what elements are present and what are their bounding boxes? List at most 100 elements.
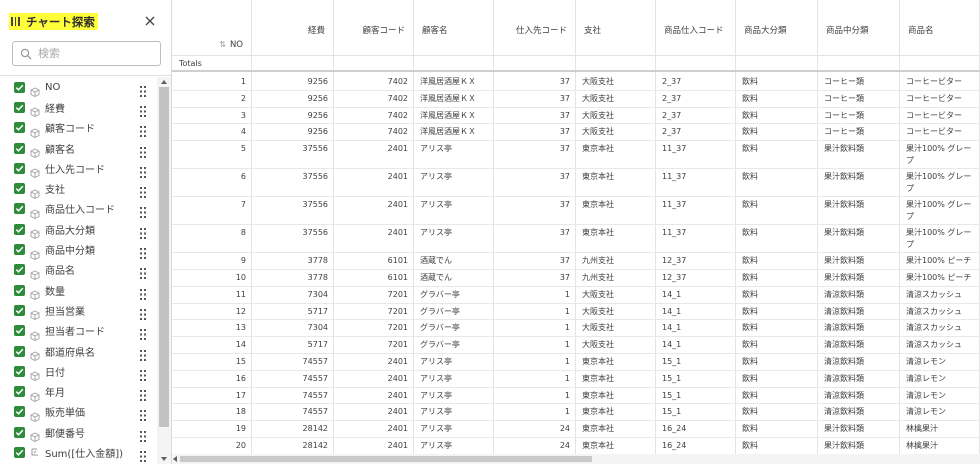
column-header[interactable]: 商品名 bbox=[900, 0, 979, 55]
field-item[interactable]: 経費 bbox=[0, 97, 157, 118]
column-header[interactable]: 商品中分類 bbox=[818, 0, 899, 55]
table-row[interactable]: 2 9256 7402 洋風居酒屋ＫＸ 37 大阪支社 2_37 飲料 コーヒー類 コーヒービター bbox=[172, 91, 980, 108]
table-row[interactable]: 10 3778 6101 酒蔵でん 37 九州支社 12_37 飲料 果汁飲料類 果汁100% ピ… bbox=[172, 270, 980, 287]
field-item[interactable]: 商品中分類 bbox=[0, 239, 157, 260]
field-item[interactable]: 日付 bbox=[0, 361, 157, 382]
table-row[interactable]: 3 9256 7402 洋風居酒屋ＫＸ 37 大阪支社 2_37 飲料 コーヒー類 コーヒービター bbox=[172, 108, 980, 125]
scrollbar-thumb[interactable] bbox=[159, 87, 169, 427]
checkbox-checked-icon[interactable] bbox=[14, 284, 25, 296]
field-item[interactable]: 顧客名 bbox=[0, 138, 157, 159]
field-item[interactable]: 都道府県名 bbox=[0, 341, 157, 362]
column-header[interactable]: 商品仕入コード bbox=[656, 0, 735, 55]
table-row[interactable]: 5 37556 2401 アリス亭 37 東京本社 11_37 飲料 果汁飲料類 果汁100% グ… bbox=[172, 141, 980, 170]
drag-handle-icon[interactable] bbox=[140, 82, 146, 97]
search-input[interactable] bbox=[38, 47, 148, 60]
checkbox-checked-icon[interactable] bbox=[14, 223, 25, 235]
field-item[interactable]: 商品仕入コード bbox=[0, 199, 157, 219]
search-box[interactable] bbox=[12, 41, 161, 66]
drag-handle-icon[interactable] bbox=[140, 386, 146, 402]
table-row[interactable]: 19 28142 2401 アリス亭 24 東京本社 16_24 飲料 果汁飲料類 林檎果汁 bbox=[172, 421, 980, 438]
table-row[interactable]: 15 74557 2401 アリス亭 1 東京本社 15_1 飲料 清涼飲料類 清涼レモン bbox=[172, 354, 980, 371]
table-row[interactable]: 11 7304 7201 グラバー亭 1 大阪支社 14_1 飲料 清涼飲料類 清涼スカッシュ bbox=[172, 287, 980, 304]
sort-icon[interactable]: ⇅ bbox=[219, 39, 226, 50]
drag-handle-icon[interactable] bbox=[140, 143, 146, 158]
checkbox-checked-icon[interactable] bbox=[14, 446, 25, 458]
field-item[interactable]: 仕入先コード bbox=[0, 158, 157, 179]
horizontal-scrollbar-thumb[interactable] bbox=[180, 456, 592, 462]
table-cell: 清涼飲料類 bbox=[824, 407, 864, 417]
checkbox-checked-icon[interactable] bbox=[14, 162, 25, 174]
column-header-label: 商品仕入コード bbox=[664, 26, 724, 36]
table-row[interactable]: 18 74557 2401 アリス亭 1 東京本社 15_1 飲料 清涼飲料類 清涼レモン bbox=[172, 404, 980, 422]
drag-handle-icon[interactable] bbox=[140, 163, 146, 178]
table-row[interactable]: 8 37556 2401 アリス亭 37 東京本社 11_37 飲料 果汁飲料類 果汁100% グ… bbox=[172, 225, 980, 254]
table-row[interactable]: 6 37556 2401 アリス亭 37 東京本社 11_37 飲料 果汁飲料類 果汁100% グ… bbox=[172, 169, 980, 198]
checkbox-checked-icon[interactable] bbox=[14, 345, 25, 357]
table-row[interactable]: 4 9256 7402 洋風居酒屋ＫＸ 37 大阪支社 2_37 飲料 コーヒー類 コーヒービター bbox=[172, 124, 980, 142]
scroll-left-arrow-icon[interactable] bbox=[173, 456, 177, 462]
drag-handle-icon[interactable] bbox=[140, 264, 146, 280]
checkbox-checked-icon[interactable] bbox=[14, 244, 25, 256]
field-item[interactable]: 販売単価 bbox=[0, 402, 157, 422]
table-row[interactable]: 17 74557 2401 アリス亭 1 東京本社 15_1 飲料 清涼飲料類 清涼レモン bbox=[172, 388, 980, 405]
scroll-up-arrow-icon[interactable] bbox=[161, 80, 167, 84]
checkbox-checked-icon[interactable] bbox=[14, 325, 25, 337]
drag-handle-icon[interactable] bbox=[140, 447, 146, 462]
checkbox-checked-icon[interactable] bbox=[14, 365, 25, 377]
field-item[interactable]: 商品大分類 bbox=[0, 219, 157, 240]
column-header[interactable]: 顧客名 bbox=[414, 0, 493, 55]
checkbox-checked-icon[interactable] bbox=[14, 426, 25, 438]
drag-handle-icon[interactable] bbox=[140, 346, 146, 361]
field-item[interactable]: 郵便番号 bbox=[0, 422, 157, 443]
checkbox-checked-icon[interactable] bbox=[14, 142, 25, 154]
column-header[interactable]: 商品大分類 bbox=[736, 0, 817, 55]
checkbox-checked-icon[interactable] bbox=[14, 386, 25, 398]
checkbox-checked-icon[interactable] bbox=[14, 122, 25, 134]
drag-handle-icon[interactable] bbox=[140, 285, 146, 300]
column-header[interactable]: 仕入先コード bbox=[494, 0, 575, 55]
checkbox-checked-icon[interactable] bbox=[14, 183, 25, 195]
checkbox-checked-icon[interactable] bbox=[14, 264, 25, 276]
close-icon[interactable] bbox=[144, 15, 156, 27]
table-row[interactable]: 14 5717 7201 グラバー亭 1 大阪支社 14_1 飲料 清涼飲料類 清涼スカッシュ bbox=[172, 337, 980, 354]
drag-handle-icon[interactable] bbox=[140, 244, 146, 260]
drag-handle-icon[interactable] bbox=[140, 406, 146, 422]
column-header[interactable]: 支社 bbox=[576, 0, 655, 55]
table-row[interactable]: 7 37556 2401 アリス亭 37 東京本社 11_37 飲料 果汁飲料類 果汁100% グ… bbox=[172, 197, 980, 226]
table-row[interactable]: 16 74557 2401 アリス亭 1 東京本社 15_1 飲料 清涼飲料類 清涼レモン bbox=[172, 371, 980, 388]
column-header[interactable]: 経費 bbox=[252, 0, 333, 55]
drag-handle-icon[interactable] bbox=[140, 102, 146, 117]
field-item[interactable]: 年月 bbox=[0, 381, 157, 402]
field-item[interactable]: 商品名 bbox=[0, 260, 157, 280]
field-item[interactable]: Sum([仕入金額]) bbox=[0, 442, 157, 462]
drag-handle-icon[interactable] bbox=[140, 325, 146, 341]
field-item[interactable]: 顧客コード bbox=[0, 118, 157, 138]
scroll-down-arrow-icon[interactable] bbox=[161, 457, 167, 461]
drag-handle-icon[interactable] bbox=[140, 305, 146, 320]
table-row[interactable]: 9 3778 6101 酒蔵でん 37 九州支社 12_37 飲料 果汁飲料類 果汁100% ピー… bbox=[172, 253, 980, 270]
field-item[interactable]: 担当者コード bbox=[0, 321, 157, 341]
column-header[interactable]: 顧客コード bbox=[334, 0, 413, 55]
horizontal-scrollbar[interactable] bbox=[172, 454, 980, 464]
table-row[interactable]: 1 9256 7402 洋風居酒屋ＫＸ 37 大阪支社 2_37 飲料 コーヒー類 コーヒービター bbox=[172, 74, 980, 91]
checkbox-checked-icon[interactable] bbox=[14, 81, 25, 93]
checkbox-checked-icon[interactable] bbox=[14, 101, 25, 113]
drag-handle-icon[interactable] bbox=[140, 366, 146, 381]
checkbox-checked-icon[interactable] bbox=[14, 304, 25, 316]
field-item[interactable]: 支社 bbox=[0, 178, 157, 199]
drag-handle-icon[interactable] bbox=[140, 203, 146, 219]
table-row[interactable]: 20 28142 2401 アリス亭 24 東京本社 16_24 飲料 果汁飲料類 林檎果汁 bbox=[172, 438, 980, 455]
table-row[interactable]: 13 7304 7201 グラバー亭 1 大阪支社 14_1 飲料 清涼飲料類 清涼スカッシュ bbox=[172, 320, 980, 338]
checkbox-checked-icon[interactable] bbox=[14, 406, 25, 418]
drag-handle-icon[interactable] bbox=[140, 427, 146, 442]
drag-handle-icon[interactable] bbox=[140, 224, 146, 239]
field-item[interactable]: 数量 bbox=[0, 280, 157, 301]
field-list-scrollbar[interactable] bbox=[157, 77, 171, 464]
table-row[interactable]: 12 5717 7201 グラバー亭 1 大阪支社 14_1 飲料 清涼飲料類 清涼スカッシュ bbox=[172, 304, 980, 321]
field-item[interactable]: NO bbox=[0, 77, 157, 98]
field-item[interactable]: 担当営業 bbox=[0, 300, 157, 321]
drag-handle-icon[interactable] bbox=[140, 183, 146, 199]
checkbox-checked-icon[interactable] bbox=[14, 203, 25, 215]
column-header[interactable]: ⇅ NO bbox=[172, 0, 251, 55]
drag-handle-icon[interactable] bbox=[140, 122, 146, 138]
